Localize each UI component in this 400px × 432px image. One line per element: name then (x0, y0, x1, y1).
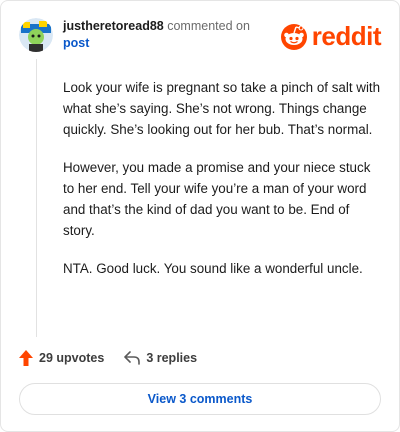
user-avatar[interactable] (19, 18, 53, 52)
replies-button[interactable]: 3 replies (124, 351, 197, 365)
comment-actions: 29 upvotes 3 replies (19, 350, 197, 366)
reddit-alien-icon (280, 24, 307, 50)
comment-header: justheretoread88 commented on post (63, 18, 263, 52)
post-link[interactable]: post (63, 36, 89, 50)
comment-paragraph: Look your wife is pregnant so take a pin… (63, 80, 381, 137)
commented-on-label: commented on (167, 19, 250, 33)
comment-card: justheretoread88 commented on post reddi… (0, 0, 400, 432)
reply-arrow-icon (124, 351, 141, 365)
username[interactable]: justheretoread88 (63, 19, 164, 33)
comment-body: Look your wife is pregnant so take a pin… (63, 77, 381, 296)
reddit-logo: reddit (279, 21, 382, 51)
thread-line (36, 59, 37, 337)
reply-count: 3 replies (146, 351, 198, 365)
comment-paragraph: NTA. Good luck. You sound like a wonderf… (63, 261, 363, 276)
reddit-wordmark: reddit (311, 21, 382, 51)
avatar-icon (19, 18, 53, 52)
comment-paragraph: However, you made a promise and your nie… (63, 160, 371, 238)
upvote-arrow-icon (19, 350, 33, 366)
upvote-button[interactable]: 29 upvotes (19, 350, 104, 366)
upvote-count: 29 upvotes (39, 351, 105, 365)
view-comments-button[interactable]: View 3 comments (19, 383, 381, 415)
